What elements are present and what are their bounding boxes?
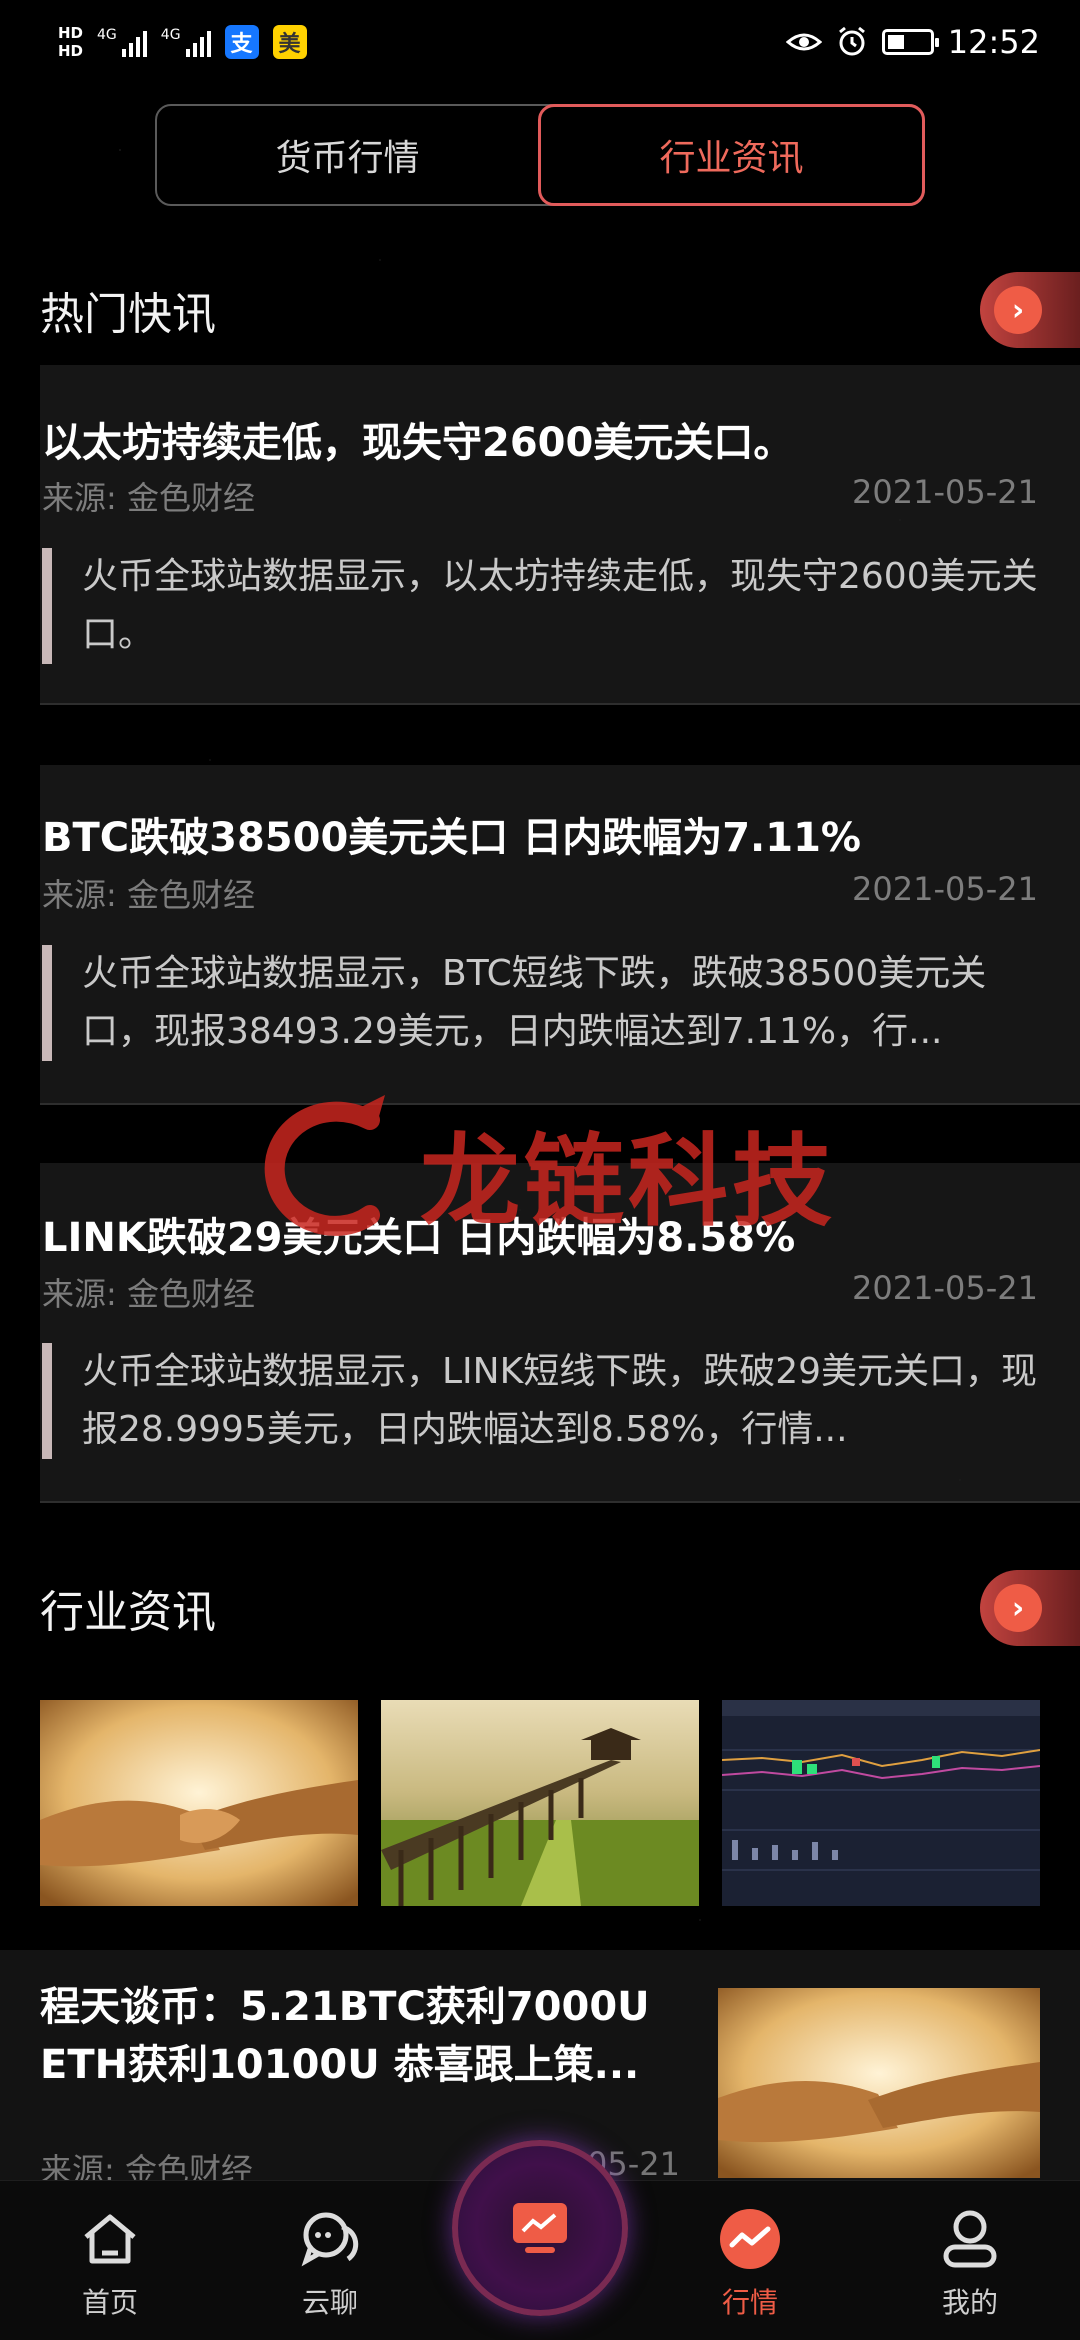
clock-time: 12:52 — [947, 23, 1040, 61]
page: HD HD 4G 4G 支 美 12:52 货币行情 行业资讯 热门快讯 › 以… — [0, 0, 1080, 2340]
dashboard-icon — [513, 2203, 567, 2253]
news-meta: 来源: 金色财经 2021-05-21 — [42, 1269, 1038, 1315]
handshake-image[interactable] — [40, 1700, 358, 1906]
news-source: 来源: 金色财经 — [42, 1275, 255, 1313]
hot-news-header: 热门快讯 › — [40, 270, 1080, 350]
status-bar: HD HD 4G 4G 支 美 12:52 — [0, 0, 1080, 84]
news-source: 来源: 金色财经 — [42, 876, 255, 914]
chart-image[interactable] — [722, 1700, 1040, 1906]
hot-news-title: 热门快讯 — [40, 289, 216, 340]
status-left: HD HD 4G 4G 支 美 — [58, 24, 307, 60]
signal-icon-2: 4G — [161, 27, 211, 57]
nav-chat[interactable]: 云聊 — [240, 2205, 420, 2321]
hd-indicator: HD HD — [58, 24, 83, 60]
nav-profile-label: 我的 — [941, 2286, 998, 2319]
watermark-text: 龙链科技 — [420, 1123, 836, 1240]
home-icon — [76, 2205, 144, 2273]
nav-home-label: 首页 — [81, 2286, 138, 2319]
dragon-icon — [264, 1095, 385, 1236]
chevron-right-icon: › — [994, 1584, 1042, 1632]
eye-icon — [785, 33, 822, 51]
news-meta: 来源: 金色财经 2021-05-21 — [42, 870, 1038, 916]
watermark-logo: 龙链科技 — [260, 1090, 840, 1260]
profile-icon — [936, 2205, 1004, 2273]
battery-level — [887, 35, 904, 49]
battery-icon — [881, 29, 939, 55]
meituan-label: 美 — [278, 32, 301, 57]
category-tabs: 货币行情 行业资讯 — [155, 104, 925, 206]
alipay-label: 支 — [230, 32, 253, 57]
news-date: 2021-05-21 — [852, 870, 1038, 908]
news-summary: 火币全球站数据显示，以太坊持续走低，现失守2600美元关口。 — [42, 548, 1040, 664]
alipay-icon: 支 — [224, 25, 259, 59]
news-card[interactable]: BTC跌破38500美元关口 日内跌幅为7.11% 来源: 金色财经 2021-… — [40, 765, 1080, 1105]
news-summary: 火币全球站数据显示，BTC短线下跌，跌破38500美元关口，现报38493.29… — [42, 945, 1040, 1061]
article-thumbnail — [718, 1988, 1040, 2178]
news-card[interactable]: 以太坊持续走低，现失守2600美元关口。 来源: 金色财经 2021-05-21… — [40, 365, 1080, 705]
market-icon — [716, 2205, 784, 2273]
nav-home[interactable]: 首页 — [20, 2205, 200, 2321]
industry-news-title: 行业资讯 — [40, 1587, 216, 1638]
hd2-label: HD — [58, 42, 84, 60]
news-summary: 火币全球站数据显示，LINK短线下跌，跌破29美元关口，现报28.9995美元，… — [42, 1343, 1040, 1459]
network-type-2: 4G — [160, 27, 181, 43]
news-title: BTC跌破38500美元关口 日内跌幅为7.11% — [42, 815, 861, 861]
chevron-right-icon: › — [994, 286, 1042, 334]
industry-news-more-button[interactable]: › — [980, 1570, 1080, 1646]
hot-news-more-button[interactable]: › — [980, 272, 1080, 348]
alarm-icon — [838, 26, 865, 56]
news-date: 2021-05-21 — [852, 473, 1038, 511]
status-right: 12:52 — [785, 23, 1040, 61]
industry-news-header: 行业资讯 › — [40, 1568, 1080, 1648]
news-source: 来源: 金色财经 — [42, 479, 255, 517]
signal-icon: 4G — [97, 27, 147, 57]
nav-market-label: 行情 — [721, 2286, 778, 2319]
tab-industry-news[interactable]: 行业资讯 — [538, 104, 925, 206]
chat-icon — [296, 2205, 364, 2273]
hd1-label: HD — [58, 24, 84, 42]
news-meta: 来源: 金色财经 2021-05-21 — [42, 473, 1038, 519]
news-title: 以太坊持续走低，现失守2600美元关口。 — [42, 420, 794, 466]
nav-market[interactable]: 行情 — [660, 2205, 840, 2321]
news-date: 2021-05-21 — [852, 1269, 1038, 1307]
meituan-icon: 美 — [272, 25, 307, 59]
article-title: 程天谈币：5.21BTC获利7000U ETH获利10100U 恭喜跟上策... — [40, 1984, 650, 2088]
network-type-1: 4G — [97, 27, 117, 43]
nav-profile[interactable]: 我的 — [880, 2205, 1060, 2321]
tab-currency-market[interactable]: 货币行情 — [157, 106, 538, 204]
bridge-image[interactable] — [381, 1700, 699, 1906]
nav-chat-label: 云聊 — [301, 2286, 358, 2319]
center-action-button[interactable] — [452, 2140, 628, 2316]
